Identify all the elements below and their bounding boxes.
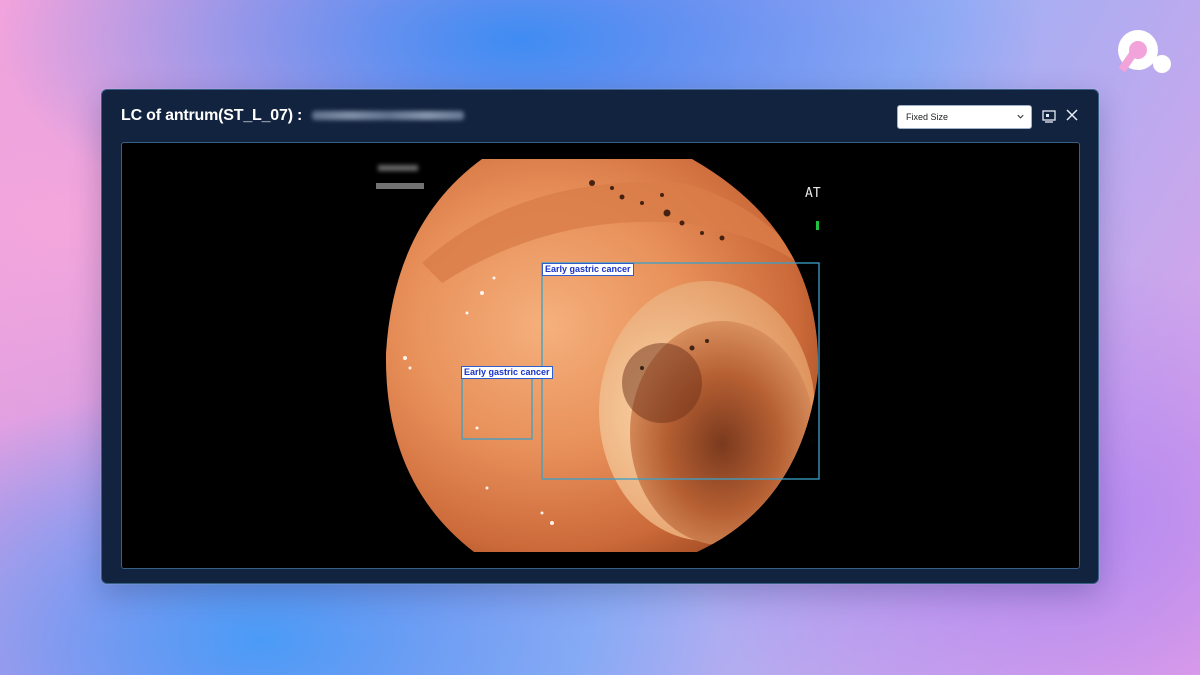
- redacted-patient-id: [312, 111, 465, 121]
- brand-logo-icon: [1118, 30, 1171, 73]
- view-mode-select[interactable]: Fixed Size: [897, 105, 1032, 129]
- window-title: LC of antrum(ST_L_07) :: [121, 107, 465, 125]
- close-icon: [1066, 109, 1078, 121]
- status-indicator: [816, 221, 819, 230]
- close-button[interactable]: [1064, 107, 1082, 125]
- redacted-metadata: [378, 165, 418, 171]
- fit-window-icon: [1042, 110, 1056, 123]
- detection-label: Early gastric cancer: [461, 366, 553, 379]
- endoscopy-image: AT: [376, 159, 821, 552]
- view-mode-value: Fixed Size: [906, 112, 949, 122]
- image-canvas[interactable]: AT Early gastric cancer Early gastric ca…: [121, 142, 1080, 569]
- window-title-text: LC of antrum(ST_L_07) :: [121, 107, 303, 124]
- overlay-text: AT: [805, 186, 821, 201]
- image-viewer-window: LC of antrum(ST_L_07) : Fixed Size AT Ea…: [101, 89, 1099, 584]
- title-bar: LC of antrum(ST_L_07) : Fixed Size: [102, 90, 1098, 142]
- redacted-metadata: [376, 183, 424, 189]
- chevron-down-icon: [1017, 114, 1024, 119]
- detection-label: Early gastric cancer: [542, 263, 634, 276]
- fit-window-button[interactable]: [1042, 107, 1060, 125]
